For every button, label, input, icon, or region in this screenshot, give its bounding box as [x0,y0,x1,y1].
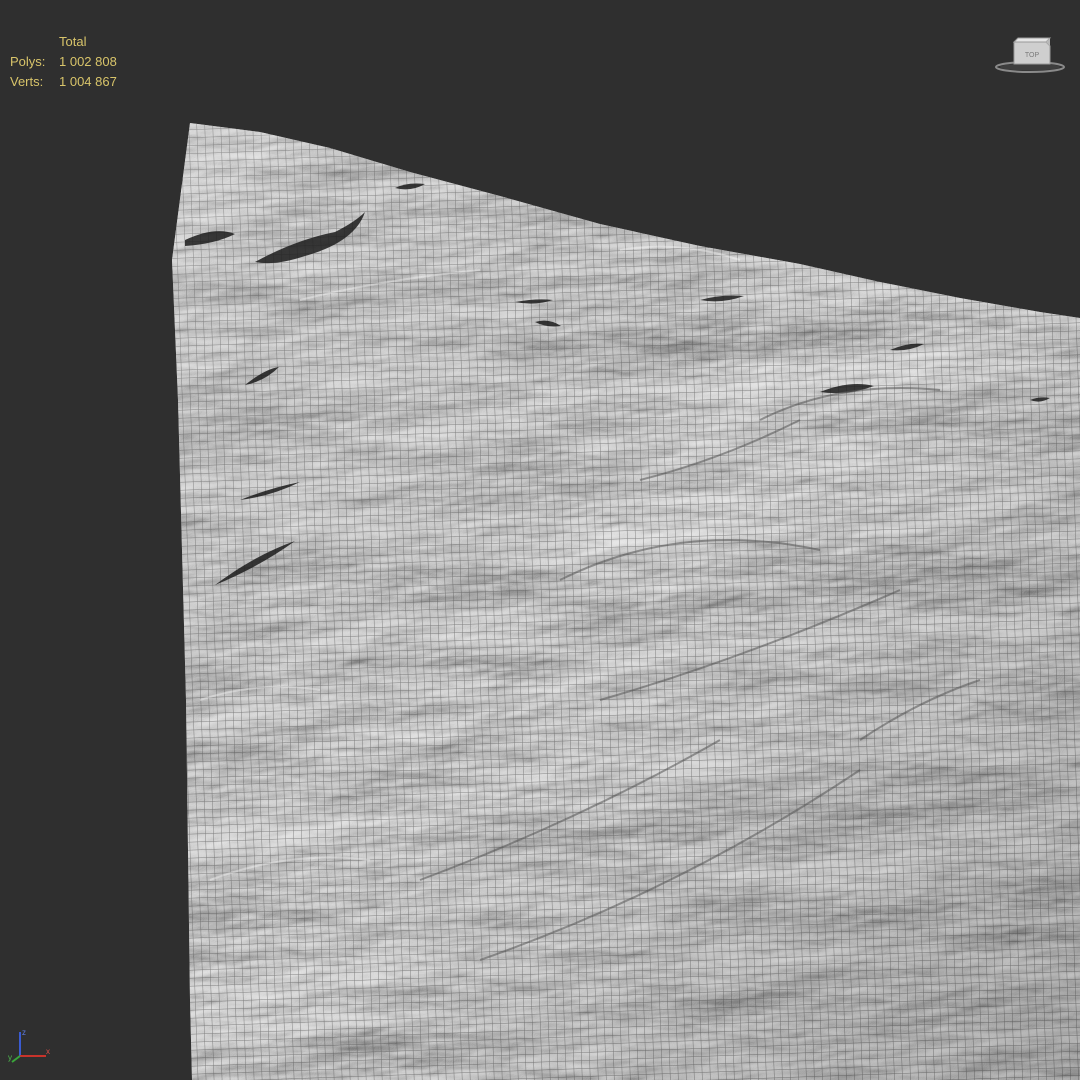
verts-label: Verts: [10,74,44,89]
axis-z-label: z [22,1028,26,1037]
polys-value: 1 002 808 [59,54,117,69]
polys-label: Polys: [10,54,46,69]
axis-x-label: x [46,1047,50,1056]
polys-row: Polys: 1 002 808 [10,52,117,72]
axis-tripod-icon: z x y [6,1026,54,1066]
axis-y-label: y [8,1053,12,1062]
viewport[interactable]: Total Polys: 1 002 808 Verts: 1 004 867 … [0,0,1080,1080]
poly-stats-overlay: Total Polys: 1 002 808 Verts: 1 004 867 [10,32,117,92]
verts-value: 1 004 867 [59,74,117,89]
verts-row: Verts: 1 004 867 [10,72,117,92]
viewcube-face-label[interactable]: TOP [1025,52,1040,59]
viewcube-icon[interactable]: TOP [994,34,1068,74]
terrain-mesh[interactable] [0,0,1080,1080]
stats-header: Total [59,34,87,49]
